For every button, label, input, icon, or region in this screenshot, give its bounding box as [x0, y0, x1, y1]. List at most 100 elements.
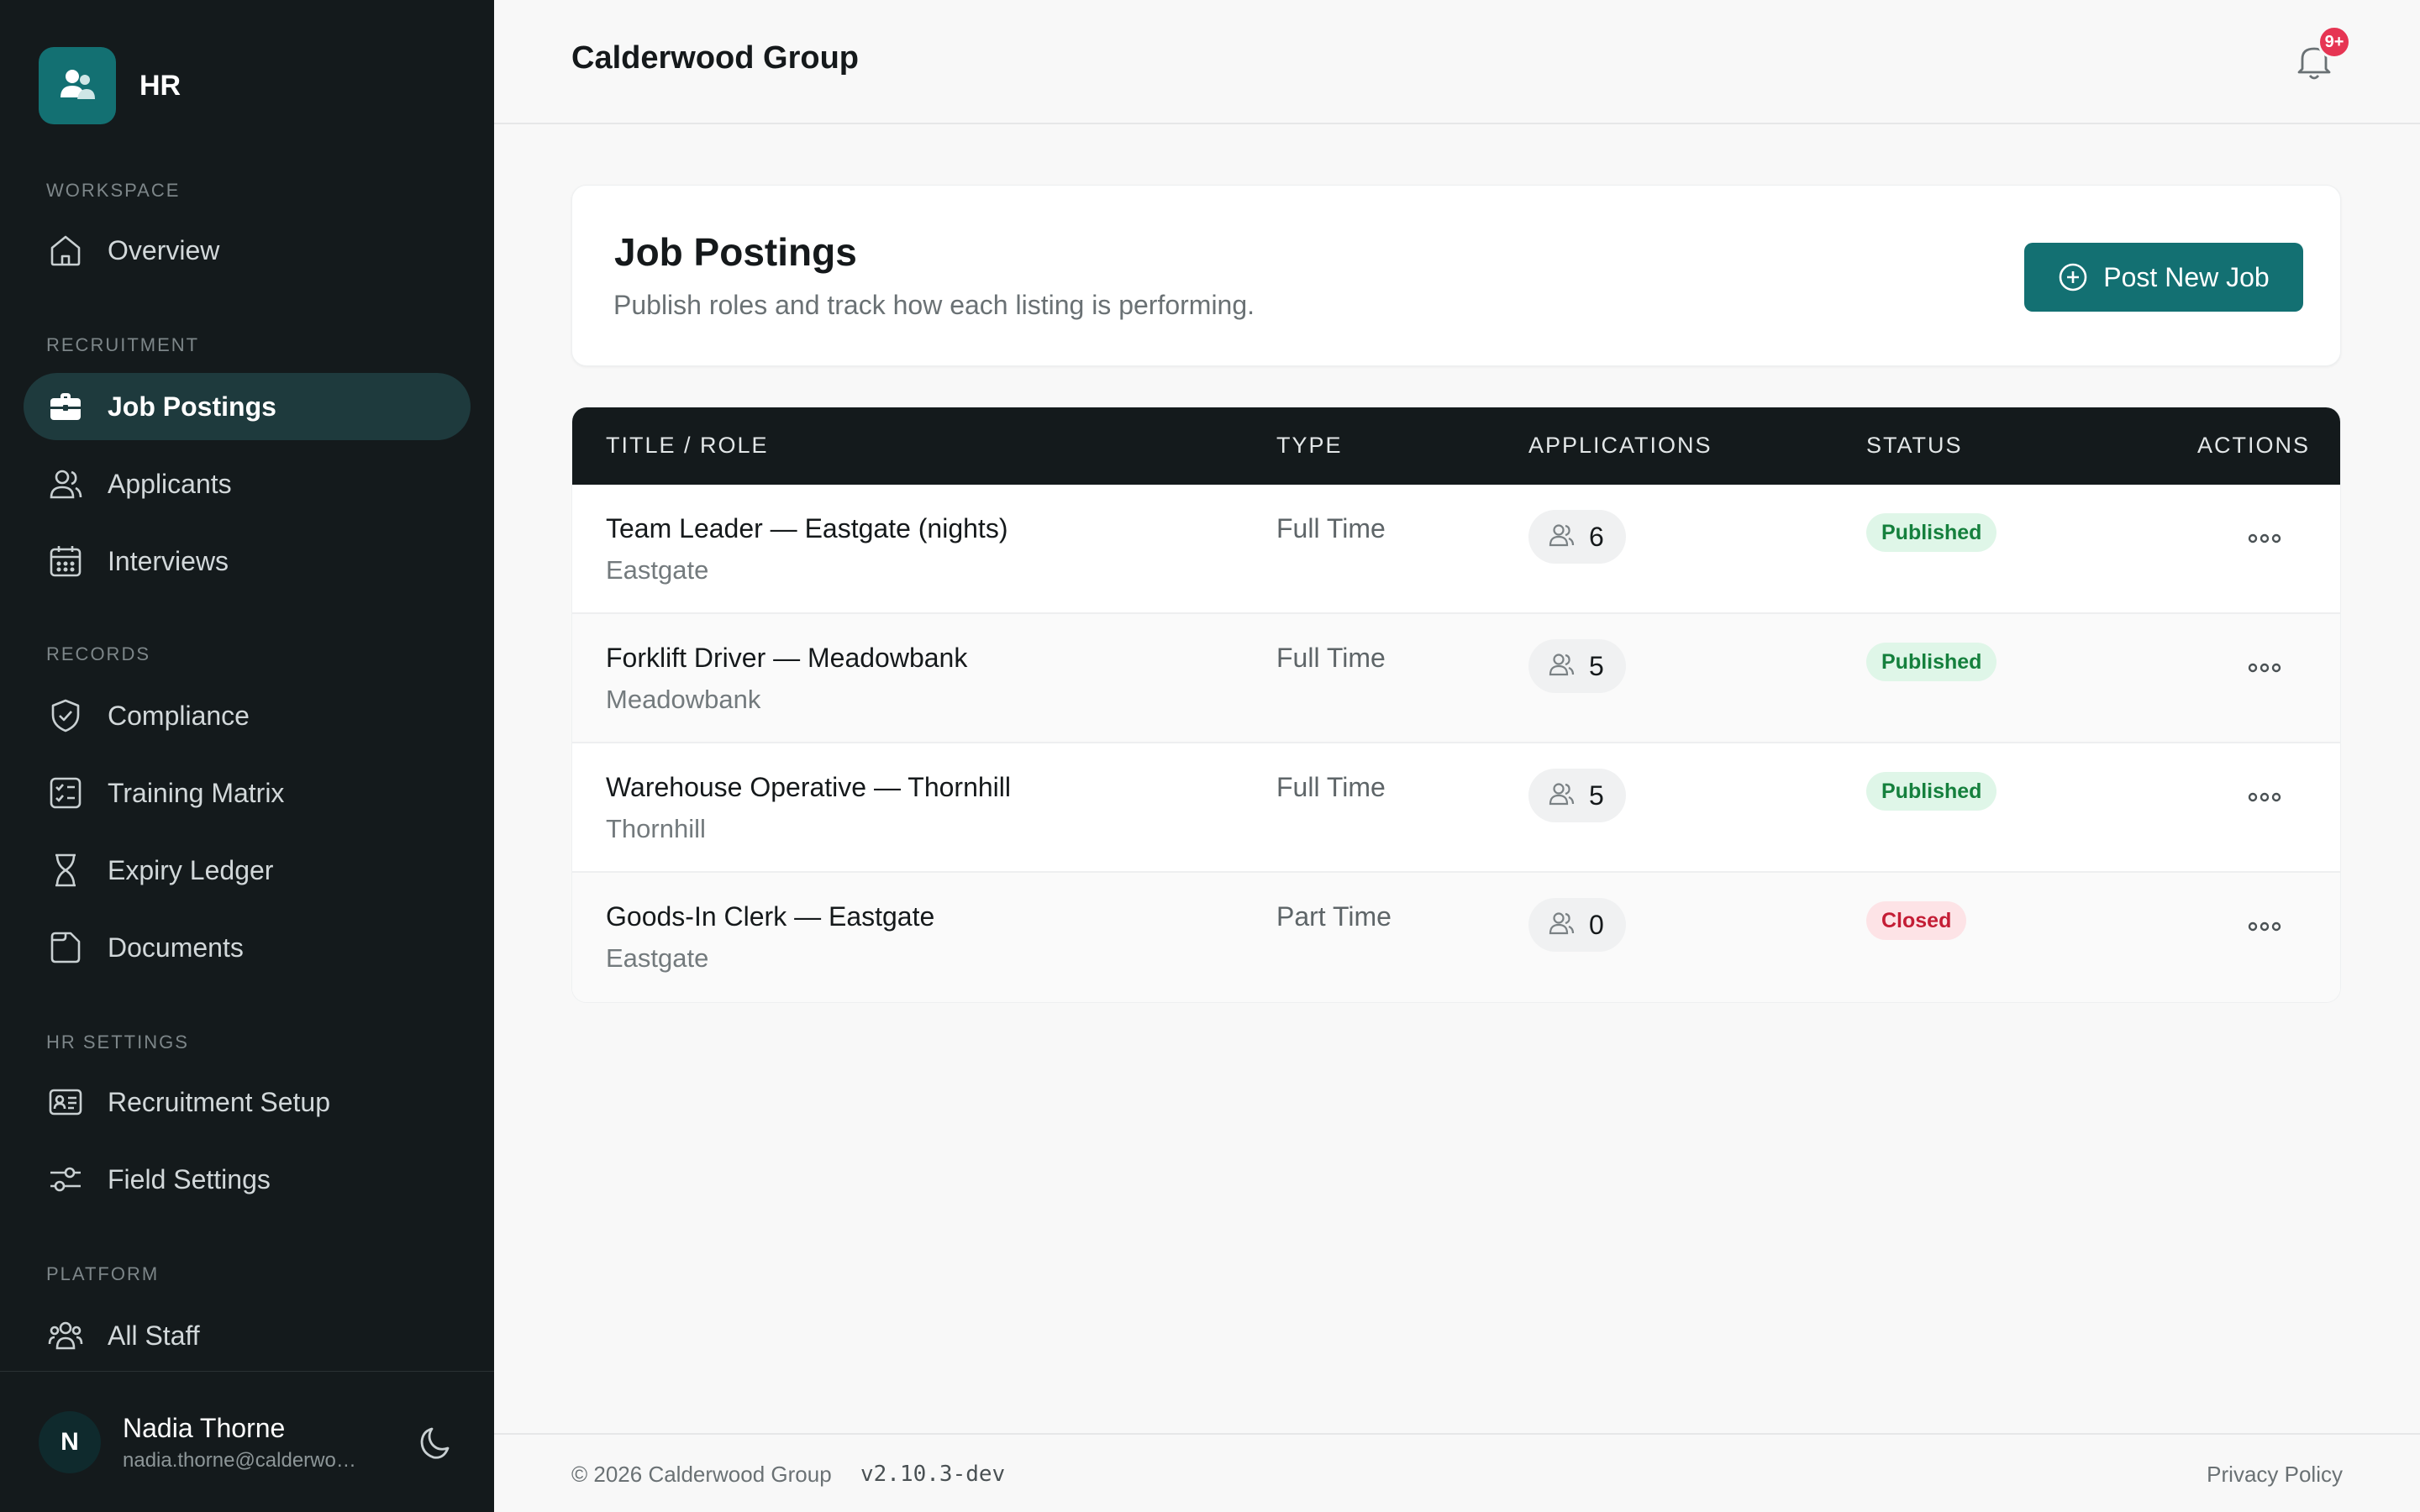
sidebar-item-label: Compliance — [108, 700, 250, 731]
users-icon — [47, 465, 84, 502]
applications-number: 6 — [1589, 521, 1604, 552]
more-horizontal-icon — [2246, 532, 2283, 549]
job-title[interactable]: Goods-In Clerk — Eastgate — [606, 901, 934, 932]
page-footer: © 2026 Calderwood Group v2.10.3-dev Priv… — [494, 1433, 2420, 1512]
job-type: Part Time — [1276, 901, 1392, 932]
column-header-actions: ACTIONS — [2196, 433, 2310, 458]
sidebar-item-label: Field Settings — [108, 1163, 271, 1194]
applications-count[interactable]: 5 — [1528, 769, 1626, 822]
users-icon — [1547, 650, 1576, 683]
job-location: Eastgate — [606, 555, 709, 585]
status-badge: Published — [1866, 513, 1997, 552]
hourglass-icon — [47, 852, 84, 889]
job-location: Eastgate — [606, 943, 709, 973]
group-icon — [47, 1317, 84, 1354]
org-title: Calderwood Group — [571, 40, 859, 76]
sidebar-item-compliance[interactable]: Compliance — [24, 682, 471, 749]
sidebar-item-training-matrix[interactable]: Training Matrix — [24, 759, 471, 827]
job-type: Full Time — [1276, 772, 1386, 802]
moon-icon[interactable] — [413, 1420, 460, 1467]
column-header-title[interactable]: TITLE / ROLE — [606, 433, 769, 459]
sliders-icon — [47, 1161, 84, 1198]
sidebar-item-recruitment-setup[interactable]: Recruitment Setup — [24, 1068, 471, 1136]
sidebar: HR WORKSPACE Overview RECRUITMENT Job Po… — [0, 0, 494, 1512]
sidebar-divider — [0, 1371, 494, 1372]
sidebar-item-field-settings[interactable]: Field Settings — [24, 1146, 471, 1213]
document-icon — [47, 929, 84, 966]
checklist-icon — [47, 774, 84, 811]
user-name: Nadia Thorne — [123, 1412, 286, 1443]
job-location: Meadowbank — [606, 685, 761, 714]
section-label-platform: PLATFORM — [46, 1263, 160, 1284]
row-actions-button[interactable] — [2244, 918, 2285, 938]
post-new-job-button[interactable]: Post New Job — [2024, 243, 2303, 312]
sidebar-item-label: Documents — [108, 932, 244, 963]
row-actions-button[interactable] — [2244, 659, 2285, 680]
section-label-workspace: WORKSPACE — [46, 180, 181, 201]
sidebar-item-label: Recruitment Setup — [108, 1086, 331, 1117]
calendar-icon — [47, 543, 84, 580]
user-text: Nadia Thorne nadia.thorne@calderwood.co — [123, 1413, 366, 1473]
notification-badge: 9+ — [2317, 25, 2351, 59]
applications-count[interactable]: 0 — [1528, 898, 1626, 952]
avatar: N — [39, 1411, 101, 1473]
sidebar-item-expiry-ledger[interactable]: Expiry Ledger — [24, 837, 471, 904]
sidebar-item-job-postings[interactable]: Job Postings — [24, 373, 471, 440]
more-horizontal-icon — [2246, 920, 2283, 937]
job-title[interactable]: Forklift Driver — Meadowbank — [606, 643, 967, 674]
section-label-recruitment: RECRUITMENT — [46, 334, 200, 355]
home-icon — [47, 232, 84, 269]
job-postings-table: TITLE / ROLE TYPE APPLICATIONS STATUS AC… — [571, 407, 2341, 1003]
users-icon — [39, 47, 116, 124]
briefcase-icon — [47, 388, 84, 425]
copyright: © 2026 Calderwood Group — [571, 1462, 832, 1487]
sidebar-item-label: Expiry Ledger — [108, 854, 274, 885]
brand[interactable]: HR — [39, 47, 181, 124]
sidebar-item-label: Training Matrix — [108, 777, 285, 808]
shield-check-icon — [47, 697, 84, 734]
applications-count[interactable]: 6 — [1528, 510, 1626, 564]
more-horizontal-icon — [2246, 661, 2283, 679]
sidebar-item-label: Applicants — [108, 468, 232, 499]
user-email: nadia.thorne@calderwood.co — [123, 1448, 366, 1472]
page-title: Job Postings — [614, 230, 857, 274]
sidebar-item-interviews[interactable]: Interviews — [24, 528, 471, 595]
privacy-policy-link[interactable]: Privacy Policy — [2207, 1462, 2343, 1488]
sidebar-item-label: Overview — [108, 234, 220, 265]
column-header-status[interactable]: STATUS — [1866, 433, 1963, 459]
job-title[interactable]: Team Leader — Eastgate (nights) — [606, 513, 1007, 544]
row-actions-button[interactable] — [2244, 530, 2285, 550]
job-title[interactable]: Warehouse Operative — Thornhill — [606, 772, 1011, 803]
table-row[interactable]: Goods-In Clerk — Eastgate Eastgate Part … — [572, 873, 2340, 1002]
sidebar-item-applicants[interactable]: Applicants — [24, 450, 471, 517]
applications-count[interactable]: 5 — [1528, 639, 1626, 693]
user-profile[interactable]: N Nadia Thorne nadia.thorne@calderwood.c… — [39, 1411, 366, 1473]
top-header: Calderwood Group 9+ — [494, 0, 2420, 124]
post-new-job-label: Post New Job — [2103, 261, 2270, 292]
applications-number: 0 — [1589, 909, 1604, 940]
brand-name: HR — [139, 69, 182, 102]
row-actions-button[interactable] — [2244, 789, 2285, 809]
table-row[interactable]: Warehouse Operative — Thornhill Thornhil… — [572, 743, 2340, 873]
plus-circle-icon — [2058, 262, 2088, 292]
job-type: Full Time — [1276, 513, 1386, 543]
version: v2.10.3-dev — [860, 1462, 1006, 1487]
applications-number: 5 — [1589, 650, 1604, 681]
column-header-type[interactable]: TYPE — [1276, 433, 1343, 459]
sidebar-item-overview[interactable]: Overview — [24, 217, 471, 284]
section-label-hr-settings: HR SETTINGS — [46, 1032, 189, 1053]
table-row[interactable]: Team Leader — Eastgate (nights) Eastgate… — [572, 485, 2340, 614]
sidebar-item-documents[interactable]: Documents — [24, 914, 471, 981]
applications-number: 5 — [1589, 780, 1604, 811]
sidebar-item-all-staff[interactable]: All Staff — [24, 1302, 471, 1369]
users-icon — [1547, 909, 1576, 942]
table-row[interactable]: Forklift Driver — Meadowbank Meadowbank … — [572, 614, 2340, 743]
job-type: Full Time — [1276, 643, 1386, 673]
more-horizontal-icon — [2246, 790, 2283, 808]
status-badge: Published — [1866, 772, 1997, 811]
column-header-applications[interactable]: APPLICATIONS — [1528, 433, 1712, 459]
users-icon — [1547, 780, 1576, 812]
status-badge: Published — [1866, 643, 1997, 681]
section-label-records: RECORDS — [46, 643, 151, 664]
status-badge: Closed — [1866, 901, 1967, 940]
